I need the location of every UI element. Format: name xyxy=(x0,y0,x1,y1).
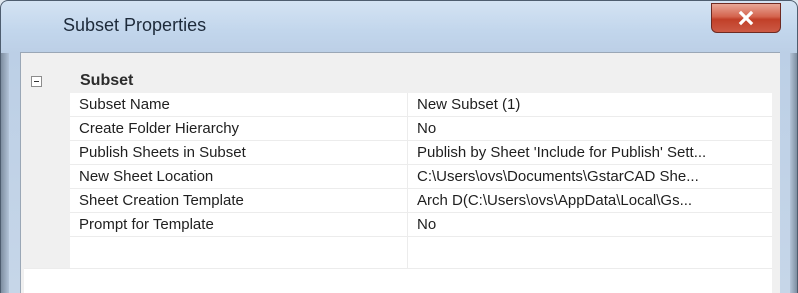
property-value[interactable]: C:\Users\ovs\Documents\GstarCAD She... xyxy=(417,168,764,185)
close-icon xyxy=(712,4,780,32)
window-right-frame xyxy=(790,53,797,293)
category-row-subset[interactable] xyxy=(24,65,772,93)
dialog-title: Subset Properties xyxy=(63,15,207,35)
property-value[interactable]: Arch D(C:\Users\ovs\AppData\Local\Gs... xyxy=(417,192,764,209)
property-value[interactable]: Publish by Sheet 'Include for Publish' S… xyxy=(417,144,764,161)
column-divider[interactable] xyxy=(407,93,408,293)
property-name: Create Folder Hierarchy xyxy=(79,120,240,137)
property-name: Prompt for Template xyxy=(79,216,214,233)
property-row-subset-name[interactable]: Subset Name New Subset (1) xyxy=(70,93,772,117)
property-row-prompt-for-template[interactable]: Prompt for Template No xyxy=(70,213,772,237)
property-row-publish-sheets[interactable]: Publish Sheets in Subset Publish by Shee… xyxy=(70,141,772,165)
property-name: Publish Sheets in Subset xyxy=(79,144,246,161)
close-button[interactable] xyxy=(711,3,781,33)
property-value[interactable]: No xyxy=(417,216,764,233)
property-name: New Sheet Location xyxy=(79,168,214,185)
property-grid-gutter xyxy=(24,93,70,293)
property-value[interactable]: New Subset (1) xyxy=(417,96,764,113)
category-label: Subset xyxy=(80,72,134,89)
property-value[interactable]: No xyxy=(417,120,764,137)
property-name: Sheet Creation Template xyxy=(79,192,244,209)
property-row-new-sheet-location[interactable]: New Sheet Location C:\Users\ovs\Document… xyxy=(70,165,772,189)
window-left-frame xyxy=(1,53,9,293)
property-name: Subset Name xyxy=(79,96,170,113)
property-row-sheet-creation-template[interactable]: Sheet Creation Template Arch D(C:\Users\… xyxy=(70,189,772,213)
property-row-create-folder-hierarchy[interactable]: Create Folder Hierarchy No xyxy=(70,117,772,141)
collapse-minus-icon[interactable] xyxy=(31,76,42,87)
property-grid-empty-area xyxy=(24,268,772,293)
